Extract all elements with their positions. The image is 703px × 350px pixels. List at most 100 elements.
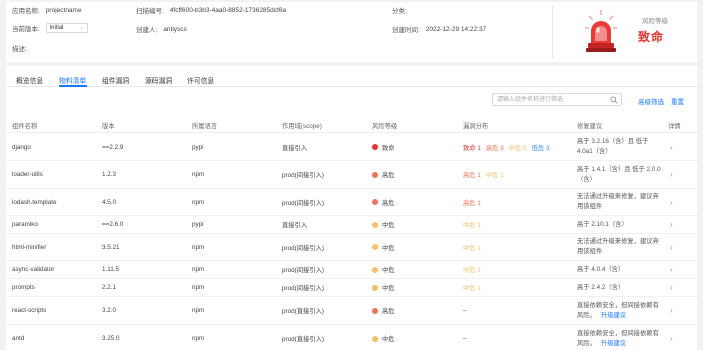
tab-source-vulns[interactable]: 源码漏洞	[145, 75, 172, 85]
component-version: 1.11.5	[102, 266, 120, 273]
table-row[interactable]: lodash.template 4.5.0 npm prod(间接引入) 高危 高危 1 无…	[6, 189, 697, 216]
created-time-field: 创建时间: 2022-12-29 14:22:37	[392, 24, 487, 35]
fix-suggestion-text: 高于 2.4.2（含）	[577, 283, 625, 291]
chevron-right-icon[interactable]: ›	[670, 243, 673, 252]
table-row[interactable]: paramiko ==2.6.0 pypi 直接引入 中危 中危 1 高于 2.10.1（含…	[6, 216, 697, 234]
table-row[interactable]: loader-utils 1.2.3 npm prod(间接引入) 高危 高危 1 中危 1…	[6, 161, 697, 189]
vuln-distribution: 致命 1 高危 9 中危 5 低危 3	[463, 134, 575, 160]
table-row[interactable]: prompts 2.2.1 npm prod(间接引入) 中危 中危 1 高于 2.4.2（…	[6, 279, 697, 297]
fix-suggestion-text: 高于 4.0.4（含）	[577, 265, 625, 273]
component-name: lodash.template	[12, 198, 57, 206]
col-header-fix: 修复建议	[577, 123, 603, 130]
risk-level: 中危	[372, 279, 460, 296]
vuln-distribution: –	[463, 297, 575, 324]
risk-dot-icon	[372, 199, 378, 205]
chevron-down-icon: ⌄	[79, 25, 84, 31]
component-version: 4.5.0	[102, 198, 117, 206]
component-scope: prod(间接引入)	[282, 285, 324, 292]
risk-level-text: 中危	[382, 285, 395, 292]
component-language: pypi	[192, 143, 204, 151]
risk-level: 中危	[372, 234, 460, 260]
chevron-right-icon[interactable]: ›	[670, 283, 673, 292]
chevron-right-icon[interactable]: ›	[670, 170, 673, 179]
vuln-distribution: 中危 1	[463, 261, 575, 278]
risk-level-panel: 风险等级 致命	[554, 2, 697, 62]
vuln-count-badge: 高危 1	[463, 172, 481, 179]
fix-suggestion-text: 无法通过升级来修复，建议弃用该组件	[577, 193, 659, 210]
chevron-right-icon[interactable]: ›	[670, 198, 673, 207]
advanced-filter-link[interactable]: 高级筛选	[638, 96, 664, 106]
component-scope: prod(间接引入)	[282, 267, 324, 274]
created-time-value: 2022-12-29 14:22:37	[425, 25, 487, 33]
vuln-distribution: 中危 1	[463, 234, 575, 260]
table-row[interactable]: antd 3.25.0 npm prod(直接引入) 中危 – 直接依赖安全，但间接依赖有风…	[6, 325, 697, 350]
component-language: npm	[192, 198, 205, 206]
component-name: antd	[12, 335, 25, 342]
project-info-card: 应用名称: projectname 当前版本: initial ⌄ 描述: 扫描…	[6, 2, 697, 62]
table-row[interactable]: django ==2.2.9 pypi 直接引入 致命 致命 1 高危 9 中危 5 低危 3 高…	[6, 134, 697, 161]
upgrade-suggestion-link[interactable]: 升级建议	[601, 312, 626, 319]
version-select[interactable]: initial ⌄	[45, 23, 88, 33]
risk-dot-icon	[372, 284, 378, 291]
reset-link[interactable]: 重置	[671, 96, 684, 106]
row-detail-arrow[interactable]: ›	[670, 189, 690, 215]
row-detail-arrow[interactable]: ›	[670, 234, 690, 260]
tab-bom[interactable]: 物料清单	[59, 75, 86, 85]
chevron-right-icon[interactable]: ›	[670, 143, 673, 152]
component-language: npm	[192, 171, 205, 178]
risk-level-label: 风险等级	[642, 18, 668, 25]
vuln-distribution: 高危 1 中危 1	[463, 161, 575, 188]
version-label: 当前版本:	[12, 26, 40, 33]
component-scope: prod(间接引入)	[282, 244, 324, 252]
component-search[interactable]	[492, 93, 622, 106]
created-time-label: 创建时间:	[392, 27, 420, 34]
risk-level-text: 中危	[382, 267, 395, 274]
row-detail-arrow[interactable]: ›	[670, 297, 690, 324]
fix-suggestion: 高于 2.10.1（含）	[577, 216, 663, 233]
vuln-distribution: 中危 1	[463, 216, 575, 233]
chevron-right-icon[interactable]: ›	[670, 306, 673, 315]
alarm-siren-icon	[585, 10, 617, 52]
chevron-right-icon[interactable]: ›	[670, 220, 673, 229]
vuln-count-badge: 高危 1	[463, 199, 481, 207]
scan-id-value: 4fcff600-b3b3-4aa0-8852-1736285dcf6a	[169, 6, 287, 14]
app-name-label: 应用名称:	[12, 8, 40, 15]
creator-field: 创建人: antiyscs	[136, 24, 187, 35]
creator-label: 创建人:	[136, 27, 158, 34]
row-detail-arrow[interactable]: ›	[670, 216, 690, 233]
component-scope: prod(直接引入)	[282, 308, 324, 315]
table-row[interactable]: html-minifier 3.5.21 npm prod(间接引入) 中危 中危 1 无法…	[6, 234, 697, 261]
tab-overview[interactable]: 概览信息	[16, 75, 43, 85]
component-name: prompts	[12, 284, 35, 291]
creator-value: antiyscs	[163, 25, 187, 33]
vuln-count-badge: 高危 9	[485, 144, 504, 152]
component-name: django	[12, 143, 31, 151]
fix-suggestion: 直接依赖安全，但间接依赖有风险。 升级建议	[577, 325, 663, 350]
vuln-count-badge: 中危 1	[463, 285, 481, 292]
col-header-language: 所属语言	[192, 123, 218, 130]
row-detail-arrow[interactable]: ›	[670, 161, 690, 188]
chevron-right-icon[interactable]: ›	[670, 334, 673, 343]
tab-component-vulns[interactable]: 组件漏洞	[102, 75, 129, 85]
vuln-count-badge: 中危 5	[508, 144, 527, 152]
tab-license[interactable]: 许可信息	[187, 75, 214, 85]
risk-level-text: 中危	[382, 222, 395, 229]
row-detail-arrow[interactable]: ›	[670, 279, 690, 296]
risk-level: 致命	[372, 134, 460, 160]
component-language: pypi	[192, 221, 204, 228]
vuln-count-badge: 中危 1	[485, 172, 504, 179]
row-detail-arrow[interactable]: ›	[670, 261, 690, 278]
search-icon[interactable]	[610, 96, 618, 104]
row-detail-arrow[interactable]: ›	[670, 134, 690, 160]
risk-level: 中危	[372, 261, 460, 278]
vuln-count-badge: –	[463, 335, 467, 342]
table-row[interactable]: react-scripts 3.2.0 npm prod(直接引入) 高危 – 直接依赖安全…	[6, 297, 697, 325]
row-detail-arrow[interactable]: ›	[670, 325, 690, 350]
component-name: html-minifier	[12, 243, 47, 251]
table-row[interactable]: async-validator 1.11.5 npm prod(间接引入) 中危 中危 1…	[6, 261, 697, 279]
upgrade-suggestion-link[interactable]: 升级建议	[601, 340, 626, 347]
search-input[interactable]	[497, 94, 607, 105]
version-field: 当前版本: initial ⌄	[12, 23, 88, 33]
chevron-right-icon[interactable]: ›	[670, 265, 673, 274]
risk-dot-icon	[372, 266, 378, 273]
